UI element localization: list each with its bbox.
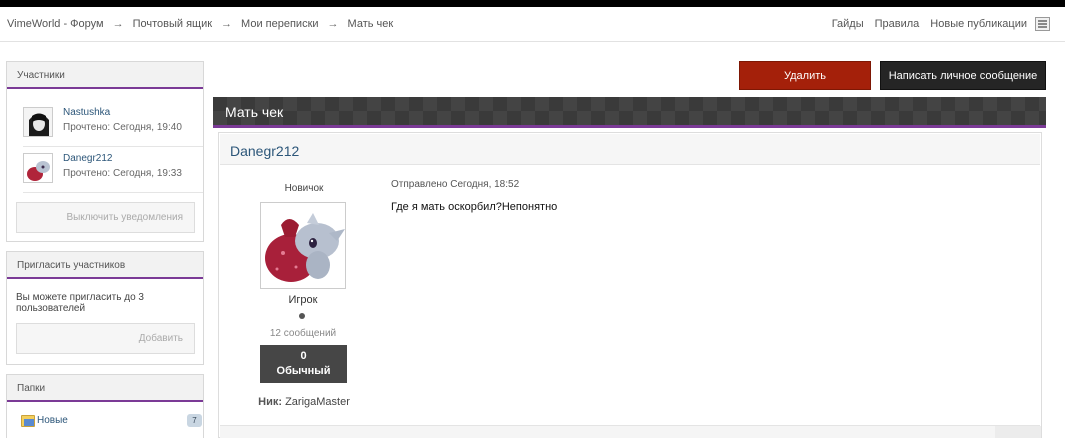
member-name[interactable]: Danegr212 — [63, 153, 112, 164]
folders-title: Папки — [7, 375, 203, 402]
hamburger-icon[interactable] — [1035, 17, 1050, 31]
folder-count-badge: 7 — [187, 414, 202, 427]
member-read-status: Прочтено: Сегодня, 19:33 — [63, 168, 182, 179]
member-divider — [23, 192, 203, 193]
thread-title-bar: Мать чек — [213, 97, 1046, 128]
breadcrumb-conversations[interactable]: Мои переписки — [241, 18, 318, 30]
author-nick: Ник: ZarigaMaster — [249, 396, 359, 408]
online-status-dot — [299, 313, 305, 319]
nav-links: Гайды Правила Новые публикации — [821, 18, 1027, 30]
nav-link-new-posts[interactable]: Новые публикации — [930, 18, 1027, 30]
invite-title: Пригласить участников — [7, 252, 203, 279]
message-author-name[interactable]: Danegr212 — [230, 143, 299, 159]
message-timestamp: Отправлено Сегодня, 18:52 — [391, 179, 520, 190]
folder-item-new[interactable]: Новые 7 — [21, 414, 202, 431]
member-avatar[interactable] — [23, 153, 53, 183]
author-group: Игрок — [288, 294, 318, 306]
nav-link-rules[interactable]: Правила — [875, 18, 920, 30]
author-rank: Новичок — [284, 183, 324, 194]
message-post: Danegr212 Новичок Игрок 12 сообщений 0 О… — [218, 132, 1042, 438]
top-black-strip — [0, 0, 1065, 7]
nick-label: Ник: — [258, 396, 282, 408]
thread-title: Мать чек — [225, 104, 284, 120]
folders-block: Папки Новые 7 — [6, 374, 204, 438]
message-footer — [220, 425, 1041, 438]
breadcrumb-arrow: → — [327, 18, 339, 30]
reputation-badge: 0 Обычный — [260, 345, 347, 383]
nav-link-guides[interactable]: Гайды — [832, 18, 864, 30]
message-body: Где я мать оскорбил?Непонятно — [391, 201, 558, 213]
member-item[interactable]: Nastushka Прочтено: Сегодня, 19:40 — [23, 102, 198, 146]
breadcrumb-current: Мать чек — [347, 18, 394, 30]
breadcrumb-forum[interactable]: VimeWorld - Форум — [7, 18, 104, 30]
member-item[interactable]: Danegr212 Прочтено: Сегодня, 19:33 — [23, 148, 198, 192]
member-divider — [23, 146, 203, 147]
participants-title: Участники — [7, 62, 203, 89]
breadcrumb-mailbox[interactable]: Почтовый ящик — [133, 18, 212, 30]
delete-button[interactable]: Удалить — [739, 61, 871, 90]
disable-notifications-button[interactable]: Выключить уведомления — [16, 202, 195, 233]
top-navbar: VimeWorld - Форум → Почтовый ящик → Мои … — [0, 7, 1065, 42]
breadcrumb-arrow: → — [221, 18, 233, 30]
breadcrumb: VimeWorld - Форум → Почтовый ящик → Мои … — [7, 18, 393, 30]
participants-block: Участники Nastushka Прочтено: Сегодня, 1… — [6, 61, 204, 242]
member-read-status: Прочтено: Сегодня, 19:40 — [63, 122, 182, 133]
invite-block: Пригласить участников Вы можете пригласи… — [6, 251, 204, 365]
member-avatar[interactable] — [23, 107, 53, 137]
message-header: Danegr212 — [220, 134, 1040, 165]
invite-text: Вы можете пригласить до 3 пользователей — [16, 292, 144, 314]
write-message-button[interactable]: Написать личное сообщение — [880, 61, 1046, 90]
message-footer-button[interactable] — [995, 426, 1041, 438]
folder-name[interactable]: Новые — [37, 415, 68, 426]
reputation-value: 0 — [300, 350, 307, 362]
folder-icon — [21, 415, 35, 427]
add-participant-button[interactable]: Добавить — [16, 323, 195, 354]
author-avatar[interactable] — [260, 202, 346, 289]
nick-value: ZarigaMaster — [285, 396, 350, 408]
member-name[interactable]: Nastushka — [63, 107, 110, 118]
reputation-label: Обычный — [276, 365, 331, 377]
author-post-count[interactable]: 12 сообщений — [260, 328, 346, 339]
breadcrumb-arrow: → — [112, 18, 124, 30]
